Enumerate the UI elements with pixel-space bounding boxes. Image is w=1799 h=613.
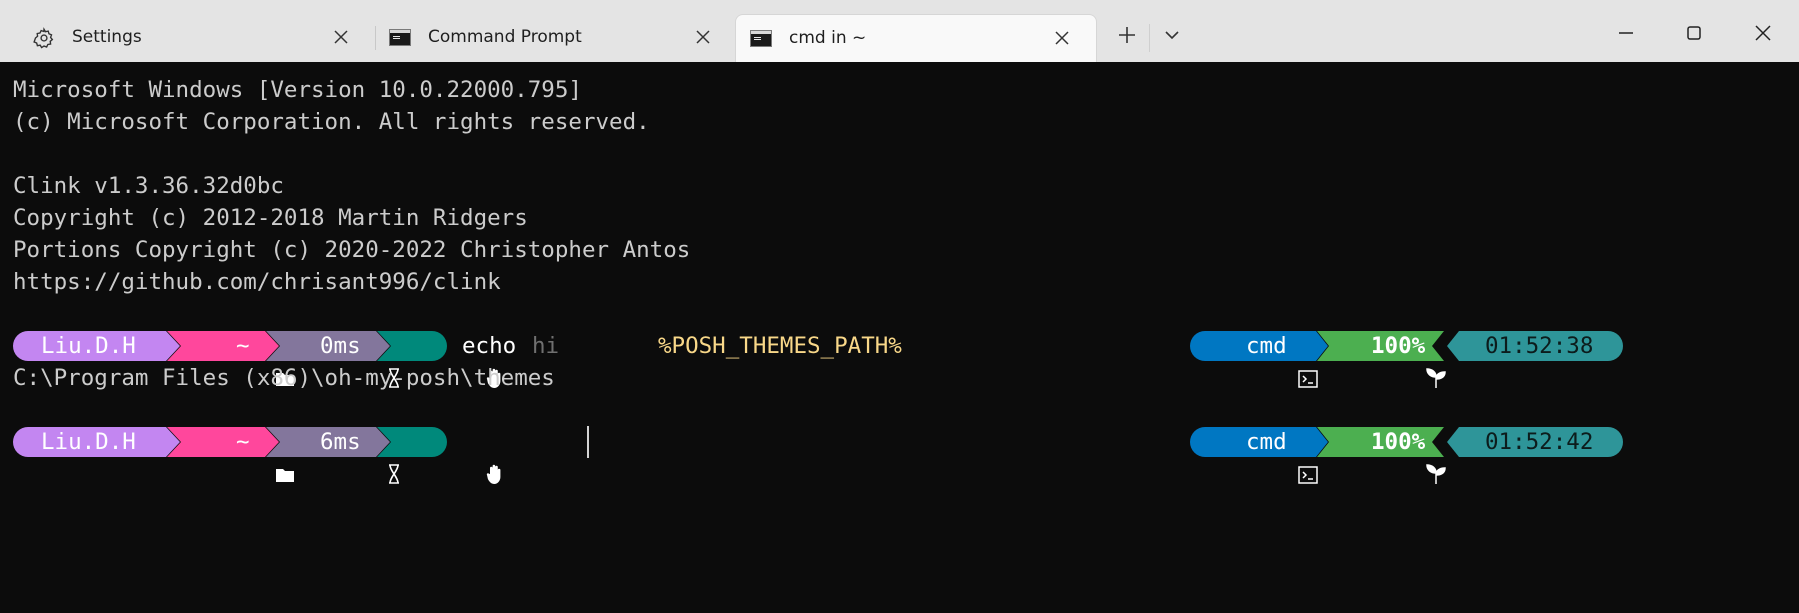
terminal-line: https://github.com/chrisant996/clink (13, 269, 501, 295)
command-output: C:\Program Files (x86)\oh-my-posh\themes (13, 365, 555, 391)
tab-label: cmd in ~ (789, 28, 867, 48)
terminal-line: Copyright (c) 2012-2018 Martin Ridgers (13, 205, 528, 231)
prompt-time: 01:52:42 (1485, 429, 1594, 455)
command-prompt-icon (389, 27, 411, 49)
new-tab-button[interactable] (1116, 24, 1138, 46)
close-icon[interactable] (694, 28, 712, 46)
tab-settings[interactable]: Settings (5, 14, 376, 62)
terminal-line: Microsoft Windows [Version 10.0.22000.79… (13, 77, 582, 103)
tab-command-prompt[interactable]: Command Prompt (376, 14, 733, 62)
prompt-duration: 6ms (320, 429, 361, 455)
terminal-line: Clink v1.3.36.32d0bc (13, 173, 284, 199)
command-text: echo (462, 333, 517, 359)
command-prompt-icon (750, 28, 772, 50)
prompt-shell: cmd (1246, 429, 1287, 455)
chevron-down-icon[interactable] (1161, 24, 1183, 46)
terminal-line: Portions Copyright (c) 2020-2022 Christo… (13, 237, 691, 263)
command-argument: %POSH_THEMES_PATH% (658, 333, 902, 359)
title-bar: Settings Command Prompt cmd in ~ (0, 0, 1799, 62)
prompt-row: Liu.D.H ~ 6ms cmd 100% 01:52:42 (0, 426, 1799, 484)
command-suggestion: hi (532, 333, 560, 359)
tab-label: Settings (72, 27, 142, 47)
strip-separator (1149, 24, 1150, 52)
minimize-button[interactable] (1613, 20, 1639, 46)
hand-icon (405, 426, 504, 484)
tab-label: Command Prompt (428, 27, 582, 47)
prompt-user: Liu.D.H (41, 333, 136, 359)
maximize-button[interactable] (1681, 20, 1707, 46)
prompt-time: 01:52:38 (1485, 333, 1594, 359)
prompt-battery: 100% (1371, 333, 1426, 359)
prompt-path: ~ (236, 429, 250, 455)
close-window-button[interactable] (1750, 20, 1776, 46)
tab-cmd-home[interactable]: cmd in ~ (735, 14, 1097, 62)
prompt-shell: cmd (1246, 333, 1287, 359)
prompt-battery: 100% (1371, 429, 1426, 455)
close-icon[interactable] (332, 28, 350, 46)
terminal-line: (c) Microsoft Corporation. All rights re… (13, 109, 650, 135)
text-cursor (587, 426, 589, 458)
close-icon[interactable] (1053, 29, 1071, 47)
prompt-row: Liu.D.H ~ 0ms echo hi %POSH_THEMES_PATH%… (0, 330, 1799, 388)
prompt-duration: 0ms (320, 333, 361, 359)
terminal-pane[interactable]: Microsoft Windows [Version 10.0.22000.79… (0, 62, 1799, 613)
prompt-path: ~ (236, 333, 250, 359)
prompt-user: Liu.D.H (41, 429, 136, 455)
gear-icon (33, 27, 55, 49)
